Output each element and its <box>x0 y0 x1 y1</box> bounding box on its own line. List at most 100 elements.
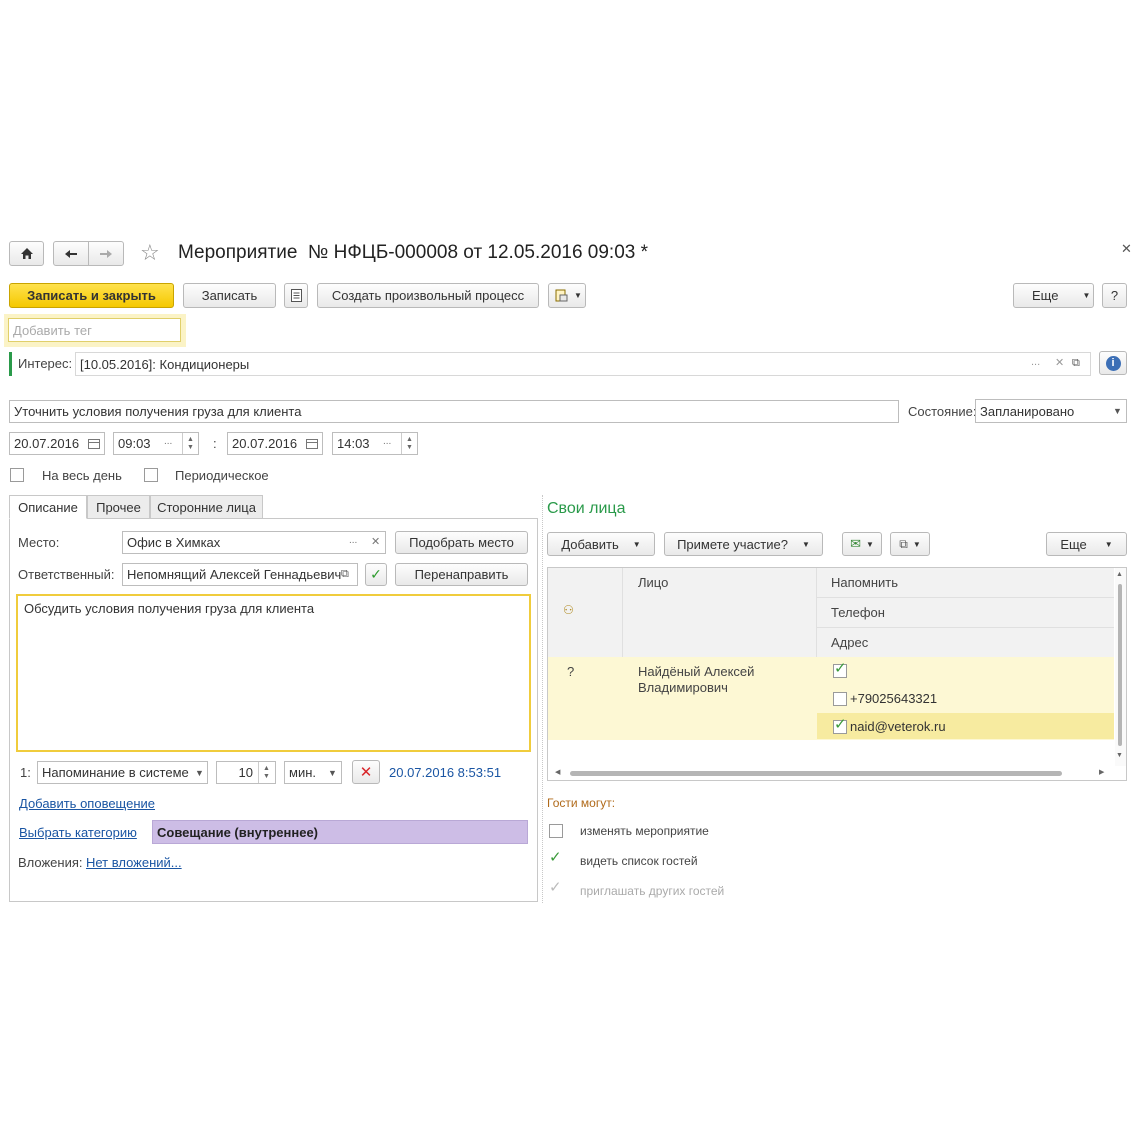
column-divider <box>542 495 543 903</box>
subject-field[interactable]: Уточнить условия получения груза для кли… <box>9 400 899 423</box>
column-address: Адрес <box>831 635 869 650</box>
place-value: Офис в Химках <box>127 535 221 550</box>
scroll-right-icon[interactable]: ▶ <box>1099 768 1104 776</box>
column-phone: Телефон <box>831 605 885 620</box>
ellipsis-icon[interactable]: ... <box>1031 356 1040 368</box>
column-remind: Напомнить <box>831 575 898 590</box>
create-process-button[interactable]: Создать произвольный процесс <box>317 283 539 308</box>
horizontal-scroll-thumb[interactable] <box>570 771 1062 776</box>
favorite-star-icon[interactable]: ☆ <box>140 241 160 265</box>
delete-reminder-button[interactable]: ✕ <box>352 760 380 784</box>
ellipsis-icon[interactable]: ... <box>164 436 172 447</box>
checkmark-icon: ✓ <box>834 660 847 677</box>
guest-can-edit-label: изменять мероприятие <box>580 824 709 838</box>
chevron-down-icon: ▼ <box>1113 406 1122 416</box>
more-button[interactable]: Еще ▼ <box>1013 283 1094 308</box>
all-day-checkbox[interactable] <box>10 468 24 482</box>
periodic-checkbox[interactable] <box>144 468 158 482</box>
chevron-down-icon: ▼ <box>912 539 921 549</box>
choose-category-link[interactable]: Выбрать категорию <box>19 825 137 840</box>
interest-value: [10.05.2016]: Кондиционеры <box>80 356 250 372</box>
print-menu-button[interactable]: ▼ <box>548 283 586 308</box>
checkmark-icon[interactable]: ✓ <box>549 850 562 865</box>
ellipsis-icon[interactable]: ... <box>383 436 391 447</box>
end-time-value: 14:03 <box>337 436 370 451</box>
save-button[interactable]: Записать <box>183 283 276 308</box>
responsible-value: Непомнящий Алексей Геннадьевич <box>127 567 342 582</box>
copy-menu-button[interactable]: ⧉ ▼ <box>890 532 930 556</box>
open-icon[interactable]: ⧉ <box>341 568 349 581</box>
chevron-down-icon: ▼ <box>574 291 582 300</box>
attachments-link[interactable]: Нет вложений... <box>86 855 182 870</box>
periodic-label: Периодическое <box>175 468 269 483</box>
delete-icon: ✕ <box>359 764 373 781</box>
tab-description[interactable]: Описание <box>9 495 87 519</box>
reminder-type-select[interactable]: Напоминание в системе <box>37 761 208 784</box>
participate-label: Примете участие? <box>677 536 788 552</box>
guest-can-invite-label: приглашать других гостей <box>580 884 725 898</box>
description-textarea[interactable]: Обсудить условия получения груза для кли… <box>16 594 531 752</box>
document-button[interactable] <box>284 283 308 308</box>
scroll-down-icon[interactable]: ▼ <box>1116 752 1123 759</box>
clear-icon[interactable]: ✕ <box>371 535 380 548</box>
add-notification-link[interactable]: Добавить оповещение <box>19 796 155 811</box>
arrow-left-icon <box>65 249 77 258</box>
checkmark-icon: ✓ <box>834 716 847 733</box>
tab-other[interactable]: Прочее <box>87 495 150 519</box>
back-button[interactable] <box>53 241 89 266</box>
add-person-button[interactable]: Добавить ▼ <box>547 532 655 556</box>
row-person-name: Найдёный Алексей Владимирович <box>638 664 755 695</box>
copy-icon: ⧉ <box>899 536 908 551</box>
end-date-value: 20.07.2016 <box>232 436 298 451</box>
chevron-down-icon: ▼ <box>632 539 641 549</box>
tab-third-parties[interactable]: Сторонние лица <box>150 495 263 519</box>
more-label: Еще <box>1060 536 1087 552</box>
category-value: Совещание (внутреннее) <box>157 824 319 840</box>
start-date-value: 20.07.2016 <box>14 436 80 451</box>
responsible-label: Ответственный: <box>18 567 115 582</box>
redirect-button[interactable]: Перенаправить <box>395 563 528 586</box>
own-persons-title: Свои лица <box>547 500 626 517</box>
vertical-scroll-thumb[interactable] <box>1118 584 1122 746</box>
save-and-close-button[interactable]: Записать и закрыть <box>9 283 174 308</box>
more-label: Еще <box>1032 288 1059 303</box>
header-divider <box>817 627 1114 628</box>
guest-can-view-label: видеть список гостей <box>580 854 698 868</box>
forward-button[interactable] <box>88 241 124 266</box>
all-day-label: На весь день <box>42 468 122 483</box>
close-icon[interactable]: ✕ <box>1121 241 1132 257</box>
tag-input[interactable]: Добавить тег <box>8 318 181 342</box>
guest-can-edit-checkbox[interactable] <box>549 824 563 838</box>
reminder-datetime: 20.07.2016 8:53:51 <box>389 765 502 780</box>
chevron-down-icon: ▼ <box>195 768 204 778</box>
persons-more-button[interactable]: Еще ▼ <box>1046 532 1127 556</box>
participate-button[interactable]: Примете участие? ▼ <box>664 532 823 556</box>
calendar-icon[interactable] <box>306 439 318 449</box>
clear-icon[interactable]: ✕ <box>1055 356 1064 369</box>
people-icon: ⚇ <box>563 603 574 617</box>
phone-checkbox[interactable] <box>833 692 847 706</box>
start-time-stepper[interactable]: ▲ ▼ <box>182 433 198 454</box>
send-menu-button[interactable]: ✉ ▼ <box>842 532 882 556</box>
responsible-field[interactable]: Непомнящий Алексей Геннадьевич <box>122 563 358 586</box>
interest-field[interactable]: [10.05.2016]: Кондиционеры <box>75 352 1091 376</box>
chevron-down-icon: ▼ <box>1104 539 1113 549</box>
scroll-left-icon[interactable]: ◀ <box>555 768 560 776</box>
place-field[interactable]: Офис в Химках <box>122 531 386 554</box>
state-select[interactable]: Запланировано <box>975 399 1127 423</box>
reminder-type-value: Напоминание в системе <box>42 765 189 780</box>
home-button[interactable] <box>9 241 44 266</box>
ellipsis-icon[interactable]: ... <box>349 535 357 546</box>
interest-marker <box>9 352 12 376</box>
end-time-stepper[interactable]: ▲ ▼ <box>401 433 417 454</box>
header-divider <box>817 597 1114 598</box>
category-badge[interactable]: Совещание (внутреннее) <box>152 820 528 844</box>
pick-place-button[interactable]: Подобрать место <box>395 531 528 554</box>
info-button[interactable]: i <box>1099 351 1127 375</box>
open-icon[interactable]: ⧉ <box>1072 357 1080 370</box>
confirm-responsible-button[interactable]: ✓ <box>365 563 387 586</box>
help-button[interactable]: ? <box>1102 283 1127 308</box>
scroll-up-icon[interactable]: ▲ <box>1116 571 1123 578</box>
calendar-icon[interactable] <box>88 439 100 449</box>
reminder-amount-stepper[interactable]: ▲ ▼ <box>258 762 274 783</box>
